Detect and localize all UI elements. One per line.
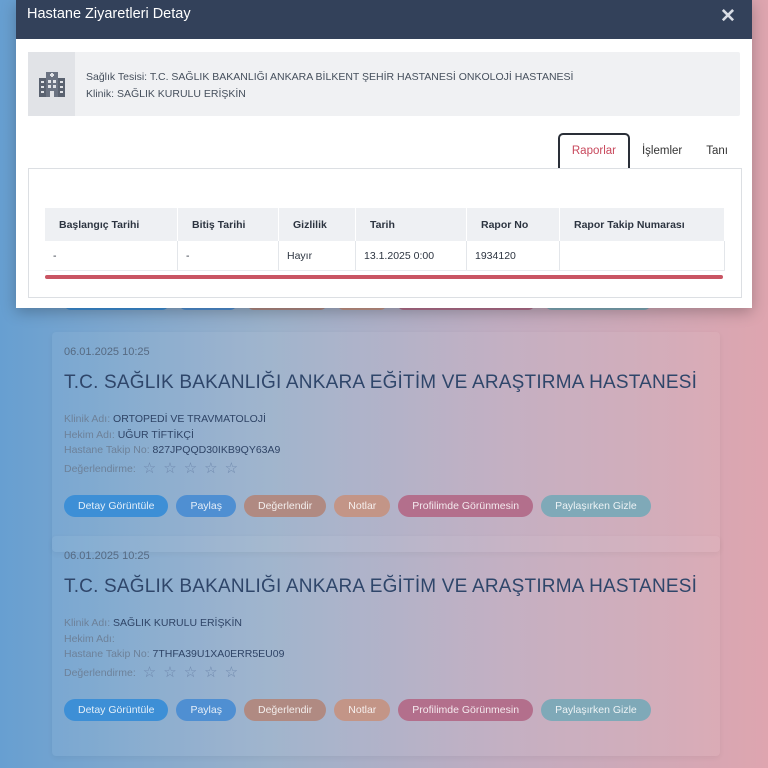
modal-title: Hastane Ziyaretleri Detay bbox=[27, 6, 191, 22]
hospital-building-icon bbox=[28, 52, 75, 116]
detail-view-button[interactable]: Detay Görüntüle bbox=[64, 699, 169, 721]
hospital-visit-detail-modal: Hastane Ziyaretleri Detay ✕ Sağlık Tesis… bbox=[16, 0, 752, 308]
visit-card: 06.01.2025 10:25 T.C. SAĞLIK BAKANLIĞI A… bbox=[52, 332, 720, 552]
col-end-date: Bitiş Tarihi bbox=[177, 208, 279, 241]
table-row[interactable]: - - Hayır 13.1.2025 0:00 1934120 bbox=[45, 241, 725, 271]
visit-tracking-no: Hastane Takip No: 827JPQQD30IKB9QY63A9 bbox=[64, 444, 281, 456]
cell-start-date: - bbox=[45, 241, 178, 271]
cell-end-date: - bbox=[177, 241, 279, 271]
star-icon[interactable]: ☆ bbox=[225, 461, 238, 476]
notes-button[interactable]: Notlar bbox=[334, 495, 391, 517]
visit-rating: Değerlendirme: ☆ ☆ ☆ ☆ ☆ bbox=[64, 664, 239, 681]
visit-hospital-title: T.C. SAĞLIK BAKANLIĞI ANKARA EĞİTİM VE A… bbox=[64, 576, 698, 597]
cell-privacy: Hayır bbox=[278, 241, 356, 271]
hide-when-sharing-button[interactable]: Paylaşırken Gizle bbox=[541, 699, 651, 721]
tab-islemler[interactable]: İşlemler bbox=[630, 134, 694, 168]
star-icon[interactable]: ☆ bbox=[163, 665, 176, 680]
close-icon[interactable]: ✕ bbox=[718, 7, 738, 27]
reports-panel: Başlangıç Tarihi Bitiş Tarihi Gizlilik T… bbox=[28, 168, 742, 298]
visit-card: 06.01.2025 10:25 T.C. SAĞLIK BAKANLIĞI A… bbox=[52, 536, 720, 756]
share-button[interactable]: Paylaş bbox=[176, 495, 236, 517]
star-icon[interactable]: ☆ bbox=[143, 461, 156, 476]
col-report-tracking-no: Rapor Takip Numarası bbox=[559, 208, 725, 241]
visit-clinic: Klinik Adı: SAĞLIK KURULU ERİŞKİN bbox=[64, 617, 242, 629]
visit-date: 06.01.2025 10:25 bbox=[64, 550, 150, 562]
star-icon[interactable]: ☆ bbox=[184, 461, 197, 476]
visit-rating: Değerlendirme: ☆ ☆ ☆ ☆ ☆ bbox=[64, 460, 239, 477]
hide-when-sharing-button[interactable]: Paylaşırken Gizle bbox=[541, 495, 651, 517]
horizontal-scrollbar[interactable] bbox=[45, 275, 723, 279]
visit-doctor: Hekim Adı: UĞUR TİFTİKÇİ bbox=[64, 429, 194, 441]
star-icon[interactable]: ☆ bbox=[184, 665, 197, 680]
hide-from-profile-button[interactable]: Profilimde Görünmesin bbox=[398, 699, 534, 721]
visit-actions: Detay Görüntüle Paylaş Değerlendir Notla… bbox=[64, 495, 651, 517]
col-privacy: Gizlilik bbox=[278, 208, 356, 241]
reports-table: Başlangıç Tarihi Bitiş Tarihi Gizlilik T… bbox=[45, 208, 725, 271]
clinic-line: Klinik: SAĞLIK KURULU ERİŞKİN bbox=[86, 88, 246, 100]
star-icon[interactable]: ☆ bbox=[204, 665, 217, 680]
visit-date: 06.01.2025 10:25 bbox=[64, 346, 150, 358]
visit-doctor: Hekim Adı: bbox=[64, 633, 115, 645]
tab-tani[interactable]: Tanı bbox=[694, 134, 740, 168]
notes-button[interactable]: Notlar bbox=[334, 699, 391, 721]
facility-info: Sağlık Tesisi: T.C. SAĞLIK BAKANLIĞI ANK… bbox=[28, 52, 740, 116]
cell-report-no: 1934120 bbox=[466, 241, 560, 271]
star-icon[interactable]: ☆ bbox=[204, 461, 217, 476]
visit-hospital-title: T.C. SAĞLIK BAKANLIĞI ANKARA EĞİTİM VE A… bbox=[64, 372, 698, 393]
hide-from-profile-button[interactable]: Profilimde Görünmesin bbox=[398, 495, 534, 517]
cell-date: 13.1.2025 0:00 bbox=[355, 241, 467, 271]
facility-line: Sağlık Tesisi: T.C. SAĞLIK BAKANLIĞI ANK… bbox=[86, 71, 574, 83]
tab-raporlar[interactable]: Raporlar bbox=[557, 133, 630, 169]
detail-view-button[interactable]: Detay Görüntüle bbox=[64, 495, 169, 517]
facility-text: Sağlık Tesisi: T.C. SAĞLIK BAKANLIĞI ANK… bbox=[86, 69, 573, 103]
evaluate-button[interactable]: Değerlendir bbox=[243, 699, 327, 721]
evaluate-button[interactable]: Değerlendir bbox=[243, 495, 327, 517]
star-icon[interactable]: ☆ bbox=[163, 461, 176, 476]
col-start-date: Başlangıç Tarihi bbox=[45, 208, 178, 241]
cell-report-tracking-no bbox=[559, 241, 725, 271]
visit-actions: Detay Görüntüle Paylaş Değerlendir Notla… bbox=[64, 699, 651, 721]
col-date: Tarih bbox=[355, 208, 467, 241]
star-icon[interactable]: ☆ bbox=[225, 665, 238, 680]
star-icon[interactable]: ☆ bbox=[143, 665, 156, 680]
modal-header: Hastane Ziyaretleri Detay ✕ bbox=[16, 0, 752, 39]
share-button[interactable]: Paylaş bbox=[176, 699, 236, 721]
detail-tabs: Raporlar İşlemler Tanı bbox=[557, 133, 740, 169]
table-header-row: Başlangıç Tarihi Bitiş Tarihi Gizlilik T… bbox=[45, 208, 725, 241]
visit-clinic: Klinik Adı: ORTOPEDİ VE TRAVMATOLOJİ bbox=[64, 413, 266, 425]
visit-tracking-no: Hastane Takip No: 7THFA39U1XA0ERR5EU09 bbox=[64, 648, 285, 660]
col-report-no: Rapor No bbox=[466, 208, 560, 241]
